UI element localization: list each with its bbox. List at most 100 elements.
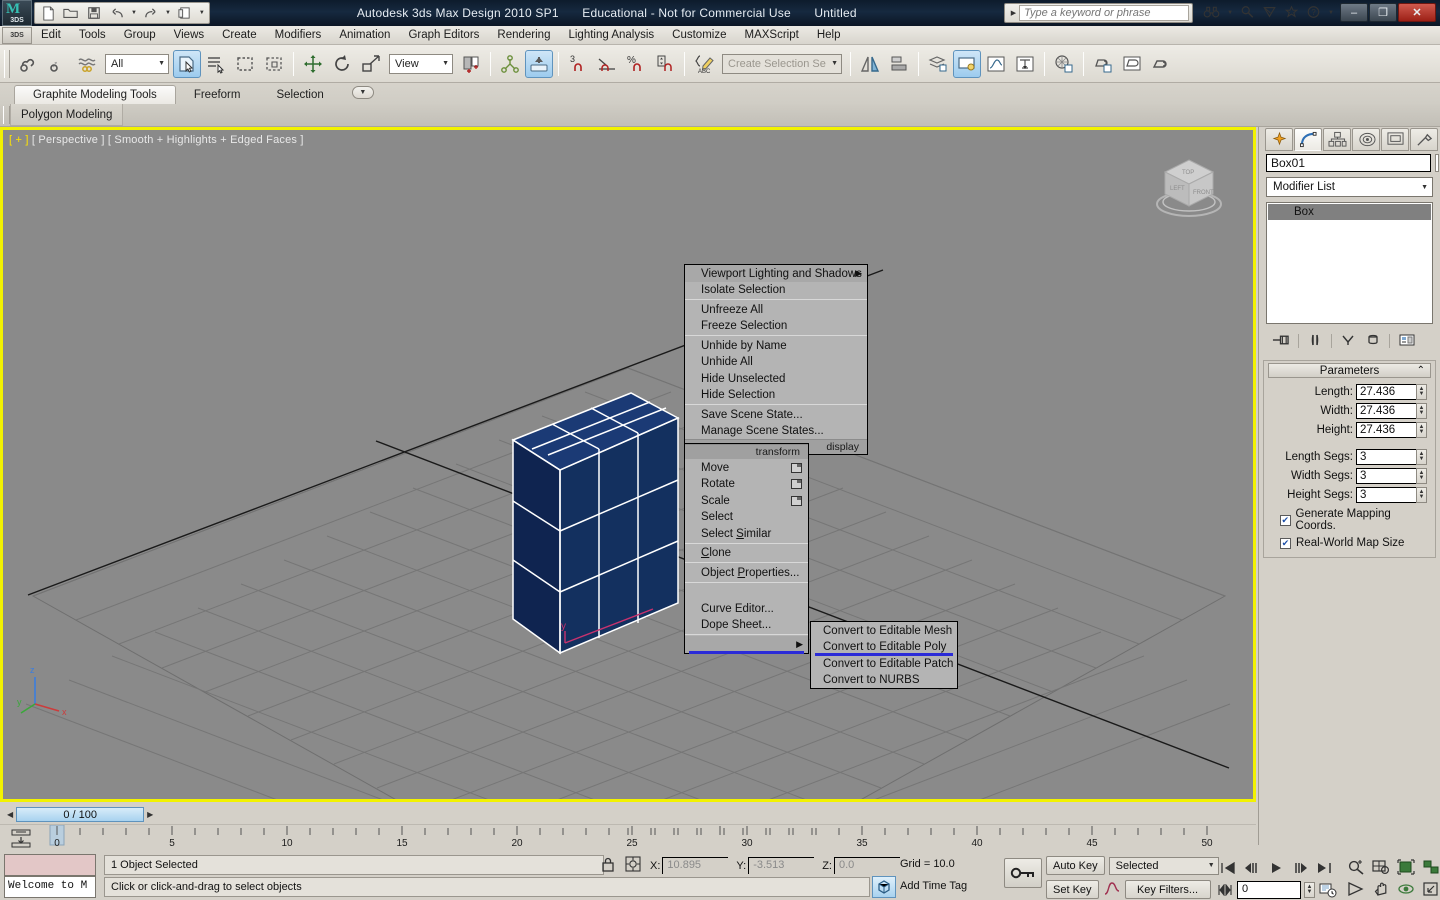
edit-named-selection-sets-button[interactable]: ABC: [690, 50, 718, 78]
maxscript-mini-listener-output[interactable]: [4, 854, 96, 876]
show-end-result-icon[interactable]: [1308, 333, 1322, 350]
time-slider-next-icon[interactable]: ▶: [144, 810, 156, 819]
menu-item-clone[interactable]: Clone: [685, 545, 808, 562]
modify-tab[interactable]: [1294, 128, 1322, 151]
height-input[interactable]: 27.436: [1356, 422, 1416, 438]
track-bar-ruler[interactable]: 0 5 10 15 20 25 30 35 40 45 50: [44, 825, 1244, 853]
key-mode-selection-combo[interactable]: Selected ▼: [1108, 856, 1219, 875]
generate-mapping-coords-checkbox-row[interactable]: ✔ Generate Mapping Coords.: [1280, 508, 1427, 532]
search-expander-icon[interactable]: ▶: [1008, 9, 1019, 17]
object-color-swatch[interactable]: [1435, 154, 1439, 172]
configure-modifier-sets-icon[interactable]: [1399, 333, 1415, 350]
orbit-button[interactable]: [1394, 878, 1417, 900]
width-segs-input[interactable]: 3: [1356, 468, 1416, 484]
menu-item-object-properties[interactable]: Object Properties...: [685, 564, 808, 581]
select-object-button[interactable]: [173, 49, 201, 78]
save-file-icon[interactable]: [85, 5, 103, 22]
menu-item-edit[interactable]: Edit: [32, 27, 70, 43]
quad-menu-display[interactable]: Viewport Lighting and Shadows ▶ Isolate …: [684, 264, 868, 455]
angle-snap-toggle-button[interactable]: [593, 50, 621, 78]
mirror-button[interactable]: [856, 50, 884, 78]
menu-item-wire-parameters[interactable]: Dope Sheet...: [685, 617, 808, 634]
current-frame-input[interactable]: 0: [1237, 881, 1301, 899]
x-coordinate-field[interactable]: 10.895: [662, 857, 729, 874]
modifier-stack-item-box[interactable]: Box: [1268, 204, 1431, 220]
named-selection-set-combo[interactable]: Create Selection Se ▼: [722, 53, 842, 74]
menu-item-select[interactable]: Select: [685, 509, 808, 526]
add-time-tag-button[interactable]: Add Time Tag: [900, 880, 967, 892]
menu-item-convert-to-editable-patch[interactable]: Convert to Editable Patch: [811, 655, 957, 672]
redo-dropdown-icon[interactable]: ▼: [165, 10, 171, 16]
menu-item-select-similar[interactable]: Select Similar: [685, 525, 808, 542]
undo-dropdown-icon[interactable]: ▼: [131, 10, 137, 16]
search-input[interactable]: [1019, 5, 1190, 21]
material-editor-button[interactable]: [1050, 50, 1078, 78]
menu-item-help[interactable]: Help: [808, 27, 850, 43]
close-button[interactable]: ✕: [1398, 3, 1436, 22]
next-frame-button[interactable]: [1288, 857, 1311, 879]
open-mini-curve-editor-icon[interactable]: [10, 828, 32, 848]
y-coordinate-field[interactable]: -3.513: [748, 857, 815, 874]
menu-app-icon[interactable]: 3DS: [2, 26, 32, 44]
adaptive-degradation-toggle-button[interactable]: [872, 876, 896, 898]
unlink-selection-button[interactable]: [44, 50, 72, 78]
snaps-toggle-button[interactable]: 3: [564, 50, 592, 78]
menu-item-manage-scene-states[interactable]: Manage Scene States...: [685, 423, 867, 440]
menu-item-graph-editors[interactable]: Graph Editors: [399, 27, 488, 43]
menu-item-create[interactable]: Create: [213, 27, 266, 43]
undo-icon[interactable]: [108, 5, 126, 22]
menu-item-save-scene-state[interactable]: Save Scene State...: [685, 406, 867, 423]
width-spinner[interactable]: ▲ ▼: [1416, 403, 1427, 419]
time-slider-thumb[interactable]: 0 / 100: [16, 807, 145, 822]
project-folder-icon[interactable]: [176, 5, 194, 22]
utilities-tab[interactable]: [1410, 128, 1438, 151]
menu-item-maxscript[interactable]: MAXScript: [735, 27, 807, 43]
key-filters-curve-icon[interactable]: [1103, 880, 1121, 899]
restore-button[interactable]: ❐: [1369, 3, 1397, 22]
menu-item-viewport-lighting-and-shadows[interactable]: Viewport Lighting and Shadows ▶: [685, 265, 867, 282]
width-segs-spinner[interactable]: ▲ ▼: [1416, 468, 1427, 484]
select-and-rotate-button[interactable]: [328, 50, 356, 78]
go-to-start-button[interactable]: [1216, 857, 1239, 879]
real-world-map-size-checkbox-row[interactable]: ✔ Real-World Map Size: [1280, 537, 1427, 549]
parameters-rollout-header[interactable]: Parameters ⌃: [1268, 363, 1431, 378]
maxscript-mini-listener-input[interactable]: Welcome to M: [4, 876, 96, 898]
zoom-all-button[interactable]: [1369, 856, 1392, 878]
align-button[interactable]: [885, 50, 913, 78]
create-tab[interactable]: [1265, 128, 1293, 151]
toolbar-grip[interactable]: [4, 49, 10, 78]
menu-item-lighting-analysis[interactable]: Lighting Analysis: [559, 27, 663, 43]
height-spinner[interactable]: ▲ ▼: [1416, 422, 1427, 438]
menu-item-move[interactable]: Move: [685, 459, 808, 476]
box-object-box01[interactable]: y: [503, 385, 688, 670]
favorites-star-icon[interactable]: [1284, 4, 1299, 22]
remove-modifier-icon[interactable]: [1366, 333, 1380, 350]
help-icon[interactable]: ?: [1306, 5, 1321, 22]
perspective-viewport[interactable]: y [ + ] [ Perspective ] [ Smooth + Highl…: [0, 127, 1256, 802]
zoom-extents-all-button[interactable]: [1419, 856, 1440, 878]
menu-item-rendering[interactable]: Rendering: [488, 27, 559, 43]
menu-item-modifiers[interactable]: Modifiers: [266, 27, 331, 43]
length-spinner[interactable]: ▲ ▼: [1416, 384, 1427, 400]
move-settings-dialog-icon[interactable]: [791, 462, 802, 473]
ribbon-panel-polygon-modeling[interactable]: Polygon Modeling: [10, 104, 124, 126]
key-mode-toggle-button[interactable]: [1216, 879, 1234, 900]
menu-item-dope-sheet[interactable]: Curve Editor...: [685, 600, 808, 617]
go-to-end-button[interactable]: [1312, 857, 1335, 879]
schematic-view-button[interactable]: [1011, 50, 1039, 78]
menu-item-animation[interactable]: Animation: [330, 27, 399, 43]
graphite-modeling-tools-toggle-button[interactable]: [953, 49, 981, 78]
ribbon-tab-freeform[interactable]: Freeform: [176, 85, 259, 104]
time-configuration-button[interactable]: [1318, 879, 1338, 900]
menu-item-unhide-by-name[interactable]: Unhide by Name: [685, 337, 867, 354]
height-segs-input[interactable]: 3: [1356, 487, 1416, 503]
pin-stack-icon[interactable]: [1272, 333, 1289, 350]
ribbon-tab-graphite-modeling-tools[interactable]: Graphite Modeling Tools: [14, 85, 176, 104]
select-and-link-button[interactable]: [15, 50, 43, 78]
keyboard-shortcut-override-button[interactable]: [525, 49, 553, 78]
select-by-name-button[interactable]: [202, 50, 230, 78]
motion-tab[interactable]: [1352, 128, 1380, 151]
quad-menu-transform[interactable]: transform Move Rotate Scale Select Selec…: [684, 443, 809, 654]
selection-lock-toggle-icon[interactable]: [600, 856, 618, 874]
select-and-move-button[interactable]: [299, 50, 327, 78]
